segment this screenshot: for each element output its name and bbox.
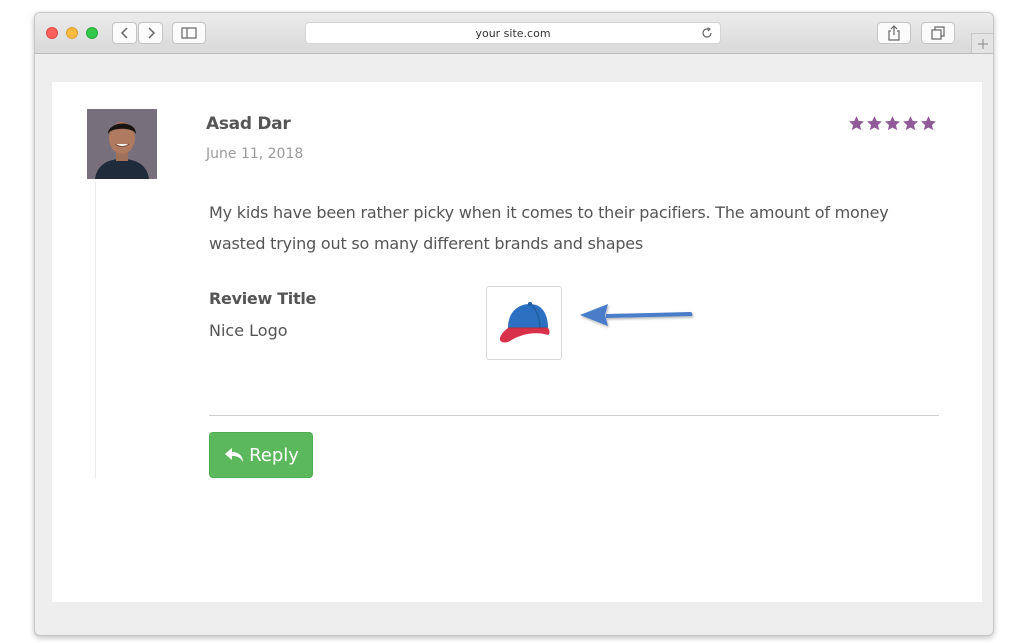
share-icon <box>888 25 900 41</box>
chevron-left-icon <box>120 27 128 39</box>
reply-label: Reply <box>249 444 299 466</box>
star-icon <box>867 116 882 131</box>
address-text: your site.com <box>475 26 551 40</box>
review-title-label: Review Title <box>209 289 317 308</box>
reload-icon[interactable] <box>700 26 714 40</box>
tabs-icon <box>931 26 945 40</box>
review-card: Asad Dar June 11, 2018 My kids have been… <box>52 82 982 602</box>
avatar <box>87 109 157 179</box>
plus-icon <box>977 38 988 49</box>
reply-icon <box>225 448 244 462</box>
review-text: My kids have been rather picky when it c… <box>209 203 889 253</box>
review-title-value: Nice Logo <box>209 321 288 340</box>
reply-button[interactable]: Reply <box>209 432 313 478</box>
star-icon <box>903 116 918 131</box>
arrow-left-icon <box>580 304 693 326</box>
maximize-window-button[interactable] <box>86 27 98 39</box>
sidebar-button[interactable] <box>172 22 206 44</box>
address-bar[interactable]: your site.com <box>305 22 721 44</box>
star-rating <box>848 115 937 132</box>
attachment-thumbnail[interactable] <box>486 286 562 360</box>
divider <box>209 415 939 416</box>
new-tab-button[interactable] <box>971 33 993 53</box>
review-date: June 11, 2018 <box>206 146 304 162</box>
review-author: Asad Dar <box>206 114 291 134</box>
minimize-window-button[interactable] <box>66 27 78 39</box>
close-window-button[interactable] <box>46 27 58 39</box>
tabs-button[interactable] <box>921 22 955 44</box>
browser-window: your site.com Asad Dar June 11, 2018 My … <box>34 12 994 636</box>
star-icon <box>885 116 900 131</box>
star-icon <box>849 116 864 131</box>
share-button[interactable] <box>877 22 911 44</box>
forward-button[interactable] <box>138 22 163 44</box>
back-button[interactable] <box>112 22 137 44</box>
sidebar-icon <box>181 27 197 39</box>
star-icon <box>921 116 936 131</box>
browser-toolbar: your site.com <box>35 13 993 54</box>
chevron-right-icon <box>147 27 155 39</box>
thread-line <box>95 182 96 479</box>
cap-icon <box>499 302 550 343</box>
